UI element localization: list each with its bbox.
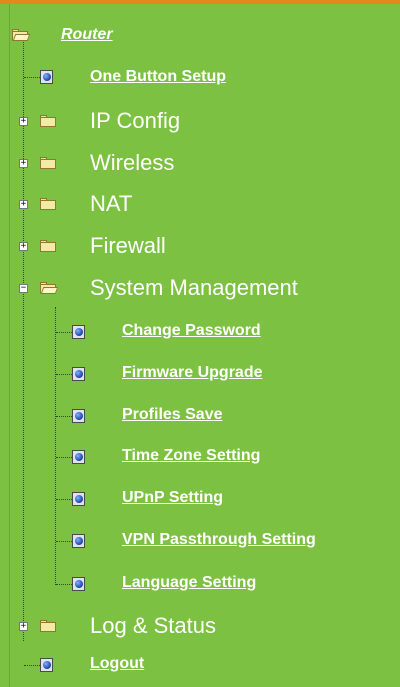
page-icon (40, 658, 53, 672)
navigation-tree: Router One Button Setup + IP Config + Wi… (10, 4, 400, 687)
menu-item-time-zone-setting[interactable]: Time Zone Setting (122, 447, 260, 465)
folder-icon (40, 620, 56, 632)
menu-item-logout[interactable]: Logout (90, 655, 144, 673)
menu-folder-log-status[interactable]: Log & Status (90, 613, 216, 639)
page-icon (72, 534, 85, 548)
menu-folder-ip-config[interactable]: IP Config (90, 108, 180, 134)
menu-folder-nat[interactable]: NAT (90, 191, 132, 217)
page-icon (72, 325, 85, 339)
menu-folder-wireless[interactable]: Wireless (90, 150, 174, 176)
page-icon (72, 409, 85, 423)
menu-item-firmware-upgrade[interactable]: Firmware Upgrade (122, 364, 262, 382)
expand-plus-icon[interactable]: + (19, 622, 28, 631)
subtree-line (55, 307, 56, 585)
open-folder-icon (12, 29, 31, 41)
tree-trunk-line (23, 40, 24, 641)
expand-plus-icon[interactable]: + (19, 159, 28, 168)
page-icon (72, 577, 85, 591)
expand-plus-icon[interactable]: + (19, 242, 28, 251)
menu-item-change-password[interactable]: Change Password (122, 322, 261, 340)
menu-folder-system-management[interactable]: System Management (90, 275, 298, 301)
folder-icon (40, 115, 56, 127)
menu-item-one-button-setup[interactable]: One Button Setup (90, 68, 226, 86)
expand-plus-icon[interactable]: + (19, 117, 28, 126)
menu-item-vpn-passthrough-setting[interactable]: VPN Passthrough Setting (122, 531, 316, 549)
open-folder-icon (40, 282, 59, 294)
page-icon (72, 492, 85, 506)
menu-item-language-setting[interactable]: Language Setting (122, 574, 256, 592)
tree-root-router[interactable]: Router (61, 26, 113, 44)
menu-folder-firewall[interactable]: Firewall (90, 233, 166, 259)
expand-plus-icon[interactable]: + (19, 200, 28, 209)
page-icon (72, 367, 85, 381)
page-icon (40, 70, 53, 84)
left-frame-border (0, 4, 10, 687)
folder-icon (40, 198, 56, 210)
page-icon (72, 450, 85, 464)
collapse-minus-icon[interactable]: − (19, 284, 28, 293)
menu-item-profiles-save[interactable]: Profiles Save (122, 406, 223, 424)
menu-item-upnp-setting[interactable]: UPnP Setting (122, 489, 223, 507)
folder-icon (40, 157, 56, 169)
folder-icon (40, 240, 56, 252)
